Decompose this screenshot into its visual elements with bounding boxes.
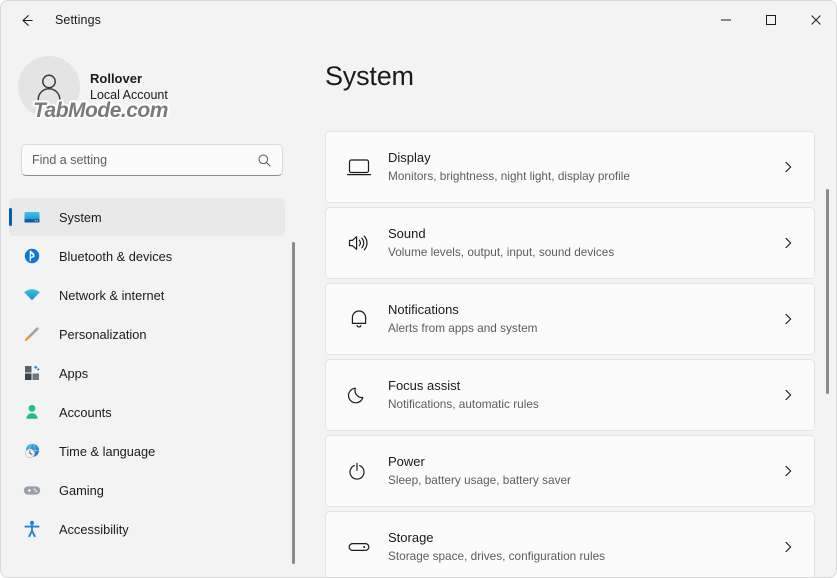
card-title: Sound: [388, 226, 426, 242]
main-scrollbar-thumb[interactable]: [826, 189, 829, 394]
search-input[interactable]: [32, 153, 257, 167]
settings-card-display[interactable]: Display Monitors, brightness, night ligh…: [325, 131, 815, 203]
card-title: Power: [388, 454, 425, 470]
chevron-right-icon: [776, 388, 800, 402]
chevron-right-icon: [776, 160, 800, 174]
chevron-right-icon: [776, 464, 800, 478]
sidebar-item-label: Apps: [59, 365, 89, 381]
search-box[interactable]: [21, 144, 283, 176]
main-scrollbar[interactable]: [823, 39, 833, 577]
display-monitor-icon: [342, 153, 376, 181]
card-subtitle: Volume levels, output, input, sound devi…: [388, 245, 615, 260]
sidebar-item-time-language[interactable]: Time & language: [9, 432, 285, 470]
user-profile[interactable]: Rollover Local Account: [18, 56, 278, 118]
settings-card-sound[interactable]: Sound Volume levels, output, input, soun…: [325, 207, 815, 279]
paintbrush-icon: [21, 323, 43, 345]
card-subtitle: Monitors, brightness, night light, displ…: [388, 169, 630, 184]
card-text: Power Sleep, battery usage, battery save…: [388, 452, 776, 490]
speaker-icon: [342, 229, 376, 257]
chevron-right-icon: [776, 236, 800, 250]
settings-card-storage[interactable]: Storage Storage space, drives, configura…: [325, 511, 815, 577]
main-content: System Display Monitors, brightness, nig…: [305, 39, 836, 577]
bluetooth-icon: [21, 245, 43, 267]
sidebar-item-accessibility[interactable]: Accessibility: [9, 510, 285, 548]
accessibility-person-icon: [21, 518, 43, 540]
card-text: Display Monitors, brightness, night ligh…: [388, 148, 776, 186]
sidebar-item-label: Accessibility: [59, 521, 129, 537]
wifi-icon: [21, 284, 43, 306]
profile-subtitle: Local Account: [90, 88, 168, 103]
sidebar-item-label: Network & internet: [59, 287, 165, 303]
card-subtitle: Notifications, automatic rules: [388, 397, 539, 412]
chevron-right-icon: [776, 540, 800, 554]
settings-card-list: Display Monitors, brightness, night ligh…: [325, 131, 815, 577]
sidebar-item-apps[interactable]: Apps: [9, 354, 285, 392]
back-button[interactable]: [7, 5, 45, 35]
search-container: [21, 144, 283, 176]
search-icon: [258, 154, 271, 166]
sidebar-item-label: Accounts: [59, 404, 112, 420]
card-text: Sound Volume levels, output, input, soun…: [388, 224, 776, 262]
profile-name: Rollover: [90, 70, 143, 86]
page-title: System: [325, 61, 414, 91]
card-title: Storage: [388, 530, 434, 546]
card-subtitle: Sleep, battery usage, battery saver: [388, 473, 571, 488]
sidebar-item-label: System: [59, 209, 102, 225]
selection-accent-bar: [9, 208, 12, 226]
close-icon: [810, 15, 821, 25]
sidebar: Rollover Local Account TabMode.com Find …: [1, 39, 305, 577]
sidebar-item-label: Time & language: [59, 443, 156, 459]
avatar: [18, 56, 80, 118]
maximize-button[interactable]: [748, 1, 793, 39]
sidebar-item-gaming[interactable]: Gaming: [9, 471, 285, 509]
sidebar-item-system[interactable]: System: [9, 198, 285, 236]
sidebar-scrollbar-thumb[interactable]: [292, 242, 295, 564]
card-title: Notifications: [388, 302, 459, 318]
sidebar-scrollbar[interactable]: [289, 197, 299, 577]
settings-window: Settings Rollover Local Account TabMode.…: [0, 0, 837, 578]
window-controls: [703, 1, 836, 39]
chevron-right-icon: [776, 312, 800, 326]
card-text: Notifications Alerts from apps and syste…: [388, 300, 776, 338]
card-subtitle: Storage space, drives, configuration rul…: [388, 549, 606, 564]
sidebar-nav: System Bluetooth & devices Network & int…: [1, 197, 305, 577]
maximize-icon: [765, 15, 776, 25]
card-text: Focus assist Notifications, automatic ru…: [388, 376, 776, 414]
sidebar-item-label: Gaming: [59, 482, 104, 498]
gamepad-icon: [21, 479, 43, 501]
settings-card-focus-assist[interactable]: Focus assist Notifications, automatic ru…: [325, 359, 815, 431]
minimize-button[interactable]: [703, 1, 748, 39]
card-title: Focus assist: [388, 378, 461, 394]
close-button[interactable]: [793, 1, 836, 39]
user-avatar-icon: [37, 74, 61, 101]
sidebar-item-label: Personalization: [59, 326, 147, 342]
clock-globe-icon: [21, 440, 43, 462]
settings-card-notifications[interactable]: Notifications Alerts from apps and syste…: [325, 283, 815, 355]
power-icon: [342, 457, 376, 485]
card-text: Storage Storage space, drives, configura…: [388, 528, 776, 566]
sidebar-item-label: Bluetooth & devices: [59, 248, 173, 264]
settings-card-power[interactable]: Power Sleep, battery usage, battery save…: [325, 435, 815, 507]
profile-text: Rollover Local Account: [90, 70, 168, 104]
moon-icon: [342, 381, 376, 409]
sidebar-item-personalization[interactable]: Personalization: [9, 315, 285, 353]
minimize-icon: [720, 19, 731, 21]
apps-grid-icon: [21, 362, 43, 384]
monitor-icon: [21, 206, 43, 228]
card-subtitle: Alerts from apps and system: [388, 321, 538, 336]
title-bar: Settings: [1, 1, 836, 39]
sidebar-item-accounts[interactable]: Accounts: [9, 393, 285, 431]
storage-drive-icon: [342, 533, 376, 561]
card-title: Display: [388, 150, 431, 166]
person-icon: [21, 401, 43, 423]
bell-icon: [342, 305, 376, 333]
window-title: Settings: [55, 13, 101, 27]
back-arrow-icon: [21, 14, 33, 26]
sidebar-item-network-internet[interactable]: Network & internet: [9, 276, 285, 314]
sidebar-item-bluetooth-devices[interactable]: Bluetooth & devices: [9, 237, 285, 275]
